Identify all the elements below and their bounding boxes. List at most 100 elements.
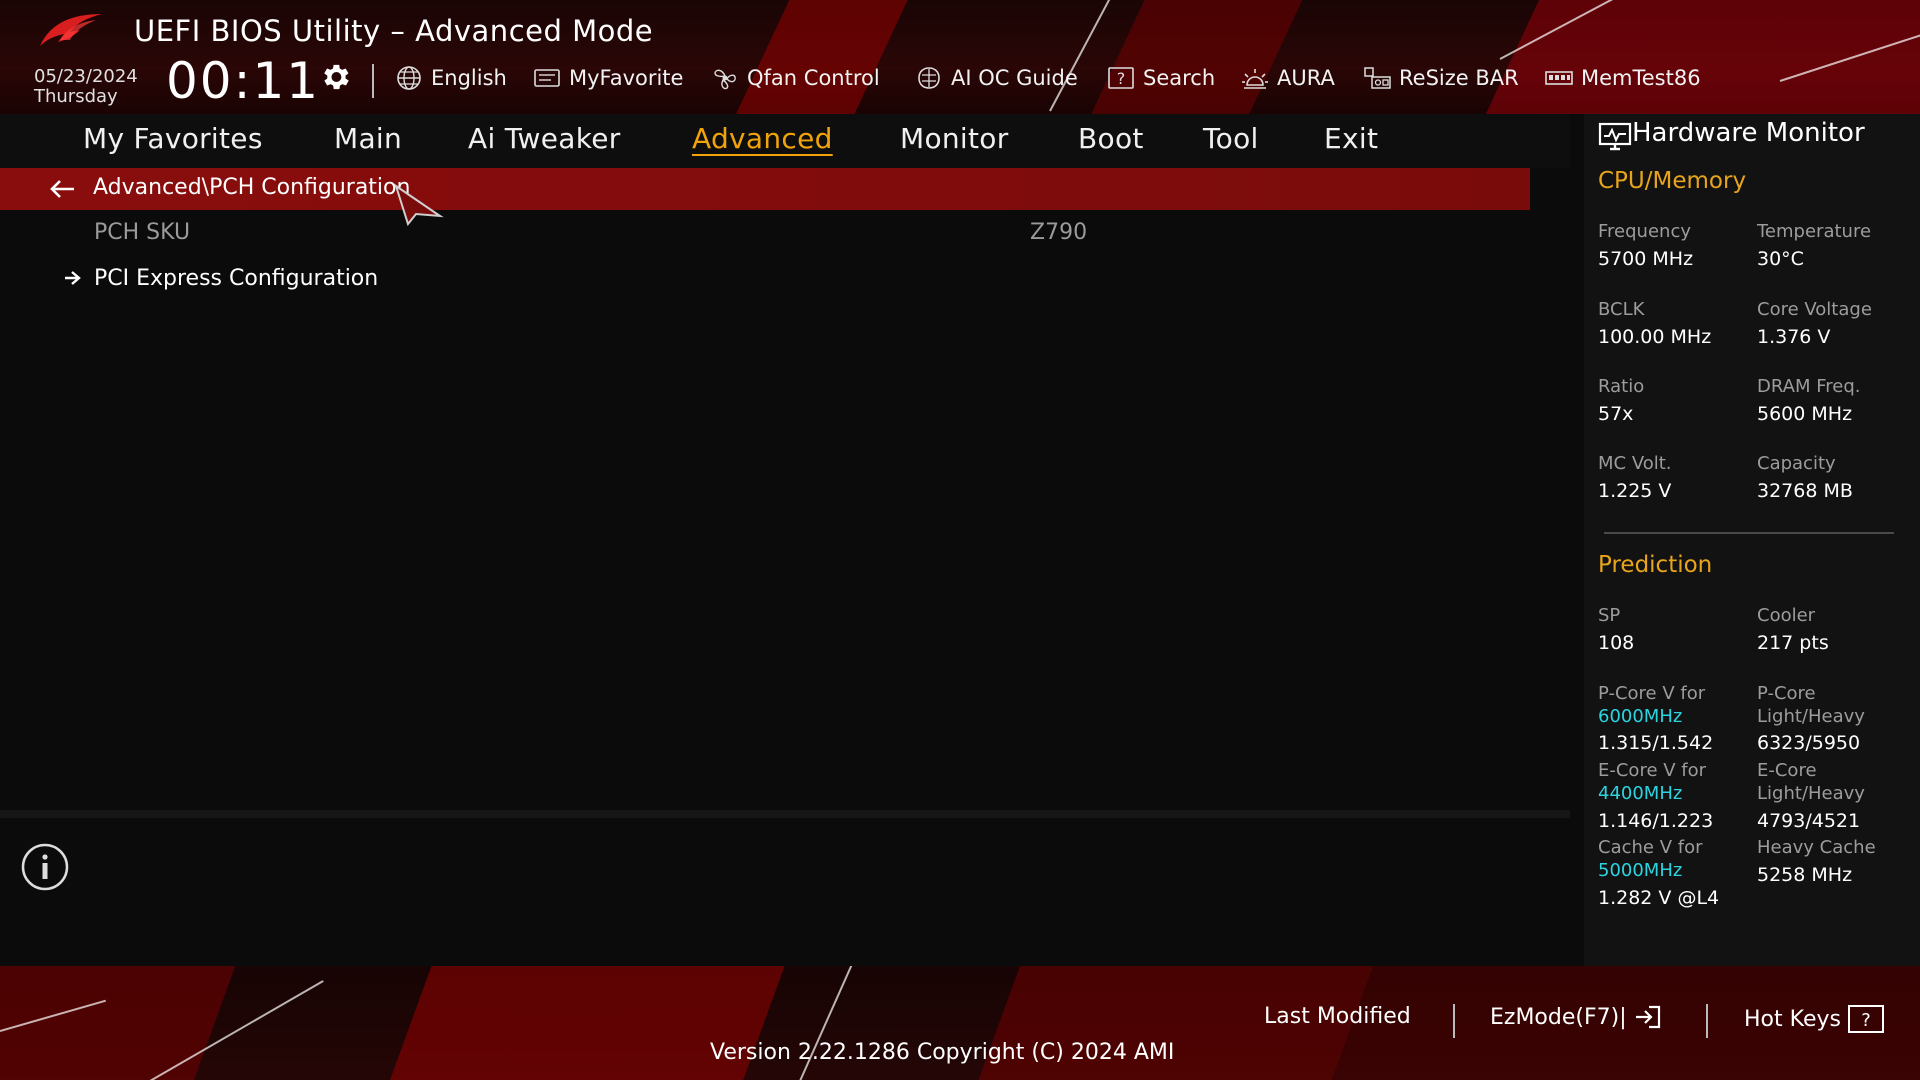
- frequency-label: Frequency: [1598, 221, 1691, 242]
- info-icon: [21, 843, 69, 891]
- hardware-monitor-title: Hardware Monitor: [1632, 118, 1865, 148]
- decor-slash: [149, 980, 324, 1080]
- sp-value: 108: [1598, 632, 1635, 654]
- tab-tool[interactable]: Tool: [1203, 122, 1259, 155]
- ai-oc-guide-button[interactable]: AI OC Guide: [914, 62, 1078, 94]
- last-modified-button[interactable]: Last Modified: [1264, 1004, 1411, 1029]
- myfavorite-icon: [534, 69, 560, 87]
- resize-bar-icon: [1364, 67, 1391, 89]
- decor-slash: [1499, 0, 1713, 60]
- mouse-cursor-icon: [394, 183, 444, 226]
- mc-volt-label: MC Volt.: [1598, 453, 1672, 474]
- ecore-lh-label: E-Core: [1757, 760, 1817, 781]
- search-help-icon: ?: [1108, 67, 1134, 89]
- aura-icon: [1242, 69, 1268, 89]
- ezmode-label: EzMode(F7)|: [1490, 1004, 1627, 1030]
- capacity-value: 32768 MB: [1757, 480, 1853, 502]
- qfan-control-label: Qfan Control: [747, 66, 880, 90]
- sp-label: SP: [1598, 605, 1621, 626]
- tab-monitor[interactable]: Monitor: [900, 122, 1009, 155]
- tab-my-favorites[interactable]: My Favorites: [83, 122, 263, 155]
- globe-icon: [397, 66, 421, 90]
- core-voltage-label: Core Voltage: [1757, 299, 1872, 320]
- pch-sku-value: Z790: [1030, 220, 1088, 245]
- qfan-control-button[interactable]: Qfan Control: [710, 62, 880, 94]
- day-display: Thursday: [34, 86, 118, 107]
- search-label: Search: [1143, 66, 1216, 90]
- svg-text:?: ?: [1861, 1010, 1871, 1031]
- hot-keys-label: Hot Keys: [1744, 1006, 1841, 1032]
- ai-oc-guide-icon: [918, 67, 940, 89]
- heavy-cache-label: Heavy Cache: [1757, 837, 1876, 858]
- memtest-button[interactable]: MemTest86: [1544, 62, 1701, 94]
- cache-v-value: 1.282 V @L4: [1598, 887, 1720, 909]
- panel-divider: [0, 810, 1570, 818]
- ai-oc-guide-label: AI OC Guide: [951, 66, 1078, 90]
- resize-bar-label: ReSize BAR: [1399, 66, 1519, 90]
- heavy-cache-value: 5258 MHz: [1757, 864, 1853, 886]
- core-voltage-value: 1.376 V: [1757, 326, 1831, 348]
- app-title: UEFI BIOS Utility – Advanced Mode: [134, 14, 654, 48]
- ezmode-button[interactable]: EzMode(F7)|: [1490, 1004, 1663, 1030]
- bclk-label: BCLK: [1598, 299, 1645, 320]
- resize-bar-button[interactable]: ReSize BAR: [1362, 62, 1519, 94]
- section-divider: [1604, 532, 1894, 534]
- rog-logo-icon: [40, 14, 102, 46]
- breadcrumb[interactable]: Advanced\PCH Configuration: [0, 168, 1530, 210]
- pcore-v-frequency: 6000MHz: [1598, 706, 1683, 727]
- pcore-v-label: P-Core V for: [1598, 683, 1706, 704]
- gear-icon[interactable]: [318, 60, 352, 94]
- mc-volt-value: 1.225 V: [1598, 480, 1672, 502]
- top-header: UEFI BIOS Utility – Advanced Mode 05/23/…: [0, 0, 1920, 114]
- main-tabs: My Favorites Main Ai Tweaker Advanced Mo…: [0, 114, 1570, 168]
- dram-freq-label: DRAM Freq.: [1757, 376, 1861, 397]
- ecore-v-label: E-Core V for: [1598, 760, 1707, 781]
- tab-exit[interactable]: Exit: [1324, 122, 1378, 155]
- pcore-v-value: 1.315/1.542: [1598, 732, 1714, 754]
- bclk-value: 100.00 MHz: [1598, 326, 1712, 348]
- pch-sku-label: PCH SKU: [94, 220, 191, 245]
- decor-slash: [0, 999, 107, 1032]
- pci-express-configuration-item[interactable]: PCI Express Configuration: [94, 266, 378, 291]
- cache-v-label: Cache V for: [1598, 837, 1703, 858]
- aura-button[interactable]: AURA: [1240, 62, 1335, 94]
- hardware-monitor-panel: Hardware Monitor CPU/Memory Frequency 57…: [1584, 114, 1920, 966]
- exit-arrow-icon: [1635, 1005, 1660, 1029]
- tab-boot[interactable]: Boot: [1078, 122, 1144, 155]
- back-arrow-icon[interactable]: [46, 177, 78, 201]
- decor-slash: [1779, 30, 1920, 82]
- language-label: English: [431, 66, 507, 90]
- tab-advanced[interactable]: Advanced: [692, 122, 833, 155]
- search-button[interactable]: ? Search: [1106, 62, 1215, 94]
- memtest-icon: [1545, 71, 1573, 85]
- myfavorite-button[interactable]: MyFavorite: [532, 62, 683, 94]
- footer-bar: Last Modified EzMode(F7)| Hot Keys ? Ver…: [0, 966, 1920, 1080]
- tab-main[interactable]: Main: [334, 122, 402, 155]
- ratio-label: Ratio: [1598, 376, 1645, 397]
- clock-display: 00:11: [166, 52, 321, 110]
- hot-keys-button[interactable]: Hot Keys ?: [1744, 1004, 1885, 1034]
- cpu-memory-heading: CPU/Memory: [1598, 168, 1747, 194]
- ecore-v-value: 1.146/1.223: [1598, 810, 1714, 832]
- date-display: 05/23/2024: [34, 66, 138, 87]
- footer-divider: [1706, 1004, 1708, 1038]
- ratio-value: 57x: [1598, 403, 1634, 425]
- ecore-v-frequency: 4400MHz: [1598, 783, 1683, 804]
- memtest-label: MemTest86: [1581, 66, 1701, 90]
- breadcrumb-path: Advanced\PCH Configuration: [93, 175, 411, 200]
- last-modified-label: Last Modified: [1264, 1004, 1411, 1029]
- pcore-lh-sublabel: Light/Heavy: [1757, 706, 1865, 727]
- language-button[interactable]: English: [394, 62, 507, 94]
- ecore-lh-value: 4793/4521: [1757, 810, 1861, 832]
- tab-ai-tweaker[interactable]: Ai Tweaker: [468, 122, 621, 155]
- fan-icon: [714, 69, 736, 90]
- capacity-label: Capacity: [1757, 453, 1836, 474]
- aura-label: AURA: [1277, 66, 1335, 90]
- pcore-lh-label: P-Core: [1757, 683, 1816, 704]
- help-panel: [0, 818, 1570, 966]
- dram-freq-value: 5600 MHz: [1757, 403, 1853, 425]
- cache-v-frequency: 5000MHz: [1598, 860, 1683, 881]
- cooler-value: 217 pts: [1757, 632, 1829, 654]
- header-divider: [372, 64, 374, 98]
- cooler-label: Cooler: [1757, 605, 1816, 626]
